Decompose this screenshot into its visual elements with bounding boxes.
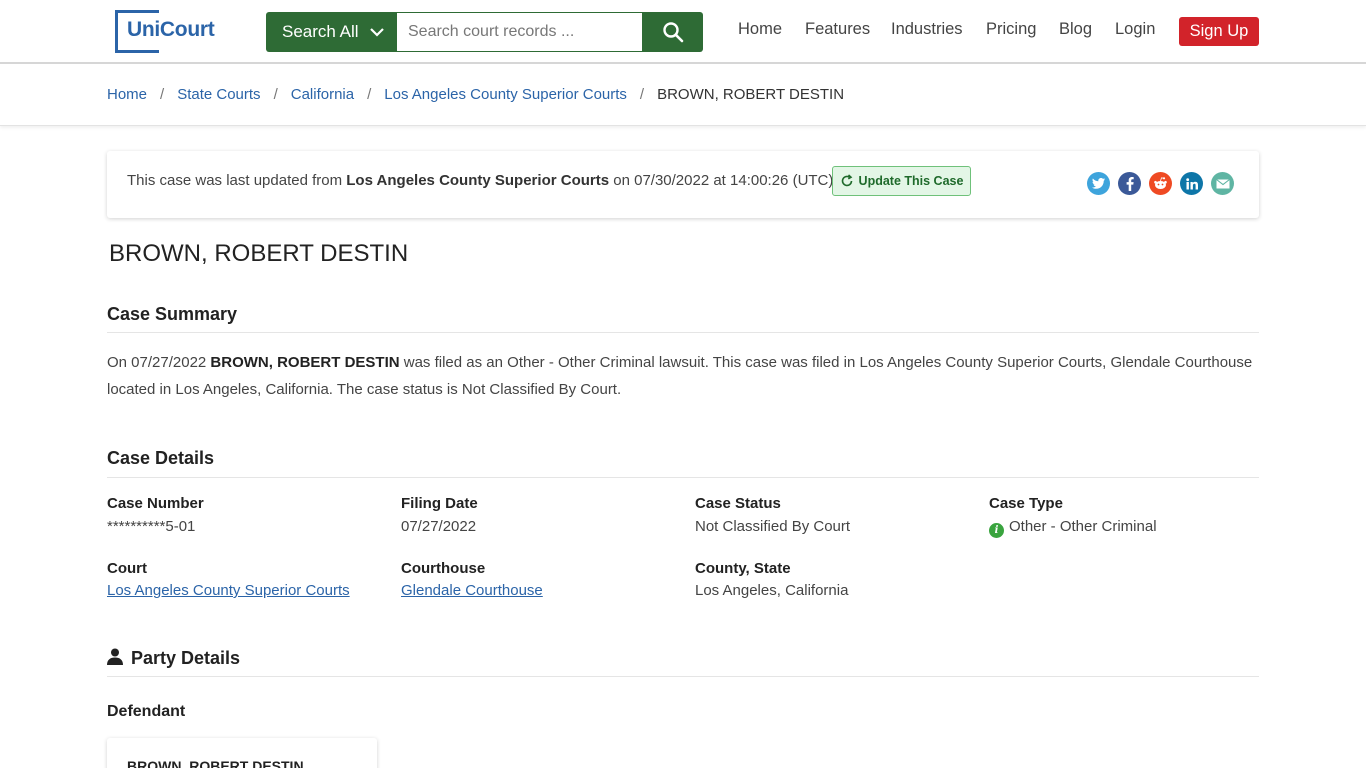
summary-pre: On 07/27/2022 bbox=[107, 354, 211, 371]
update-court: Los Angeles County Superior Courts bbox=[346, 172, 610, 189]
case-number-value: **********5-01 bbox=[107, 518, 196, 535]
update-notice-card: This case was last updated from Los Ange… bbox=[107, 151, 1259, 218]
nav-industries[interactable]: Industries bbox=[891, 20, 963, 39]
update-notice-text: This case was last updated from Los Ange… bbox=[127, 172, 838, 189]
search-scope-label: Search All bbox=[282, 22, 359, 41]
search-button[interactable] bbox=[642, 12, 703, 52]
filing-date-label: Filing Date bbox=[401, 495, 478, 512]
person-icon bbox=[107, 648, 123, 665]
defendant-label: Defendant bbox=[107, 703, 186, 720]
party-details-heading: Party Details bbox=[131, 648, 241, 668]
courthouse-label: Courthouse bbox=[401, 560, 486, 577]
court-label: Court bbox=[107, 560, 147, 577]
breadcrumb-court[interactable]: Los Angeles County Superior Courts bbox=[384, 86, 627, 103]
search-bar: Search All bbox=[266, 12, 703, 52]
filing-date-value: 07/27/2022 bbox=[401, 518, 477, 535]
breadcrumb-separator: / bbox=[639, 86, 645, 103]
case-number-label: Case Number bbox=[107, 495, 204, 512]
signup-button[interactable]: Sign Up bbox=[1179, 17, 1259, 46]
breadcrumb-home[interactable]: Home bbox=[107, 86, 147, 103]
breadcrumb-bar: Home / State Courts / California / Los A… bbox=[0, 64, 1366, 126]
court-link[interactable]: Los Angeles County Superior Courts bbox=[107, 582, 350, 599]
logo-text: UniCourt bbox=[127, 18, 215, 41]
case-type-text: Other - Other Criminal bbox=[1009, 518, 1157, 535]
search-icon bbox=[662, 22, 683, 43]
update-suffix: on 07/30/2022 at 14:00:26 (UTC). bbox=[609, 172, 838, 189]
nav-home[interactable]: Home bbox=[738, 20, 782, 39]
case-status-value: Not Classified By Court bbox=[695, 518, 851, 535]
nav-login[interactable]: Login bbox=[1115, 20, 1155, 39]
case-summary-text: On 07/27/2022 BROWN, ROBERT DESTIN was f… bbox=[107, 349, 1259, 403]
case-summary-heading: Case Summary bbox=[107, 304, 238, 324]
search-scope-dropdown[interactable]: Search All bbox=[266, 12, 397, 52]
party-name: BROWN, ROBERT DESTIN bbox=[127, 758, 304, 768]
breadcrumb-california[interactable]: California bbox=[291, 86, 354, 103]
divider bbox=[107, 477, 1259, 478]
linkedin-icon[interactable] bbox=[1180, 172, 1203, 195]
summary-party: BROWN, ROBERT DESTIN bbox=[210, 354, 400, 371]
chevron-down-icon bbox=[369, 28, 384, 37]
email-icon[interactable] bbox=[1211, 172, 1234, 195]
breadcrumb-separator: / bbox=[160, 86, 165, 103]
breadcrumb-current: BROWN, ROBERT DESTIN bbox=[657, 86, 845, 103]
share-icons bbox=[1087, 172, 1234, 195]
search-input[interactable] bbox=[397, 12, 642, 52]
update-case-button[interactable]: Update This Case bbox=[832, 166, 971, 196]
update-prefix: This case was last updated from bbox=[127, 172, 347, 189]
divider bbox=[107, 332, 1259, 333]
case-details-heading: Case Details bbox=[107, 448, 215, 468]
case-type-value: i Other - Other Criminal bbox=[989, 518, 1157, 538]
refresh-icon bbox=[841, 174, 852, 187]
county-state-value: Los Angeles, California bbox=[695, 582, 849, 599]
top-header: UniCourt Search All Home Features Indust… bbox=[0, 0, 1366, 64]
facebook-icon[interactable] bbox=[1118, 172, 1141, 195]
twitter-icon[interactable] bbox=[1087, 172, 1110, 195]
breadcrumb-separator: / bbox=[367, 86, 372, 103]
case-status-label: Case Status bbox=[695, 495, 781, 512]
breadcrumb: Home / State Courts / California / Los A… bbox=[107, 86, 844, 103]
nav-blog[interactable]: Blog bbox=[1059, 20, 1092, 39]
nav-features[interactable]: Features bbox=[805, 20, 870, 39]
case-type-label: Case Type bbox=[989, 495, 1063, 512]
party-card[interactable]: BROWN, ROBERT DESTIN bbox=[107, 738, 377, 768]
case-title: BROWN, ROBERT DESTIN bbox=[109, 240, 409, 267]
reddit-icon[interactable] bbox=[1149, 172, 1172, 195]
divider bbox=[107, 676, 1259, 677]
county-state-label: County, State bbox=[695, 560, 791, 577]
courthouse-link[interactable]: Glendale Courthouse bbox=[401, 582, 543, 599]
breadcrumb-state-courts[interactable]: State Courts bbox=[177, 86, 260, 103]
update-case-label: Update This Case bbox=[858, 174, 964, 188]
unicourt-logo[interactable]: UniCourt bbox=[115, 10, 215, 53]
breadcrumb-separator: / bbox=[273, 86, 278, 103]
info-icon[interactable]: i bbox=[989, 523, 1004, 538]
nav-pricing[interactable]: Pricing bbox=[986, 20, 1036, 39]
